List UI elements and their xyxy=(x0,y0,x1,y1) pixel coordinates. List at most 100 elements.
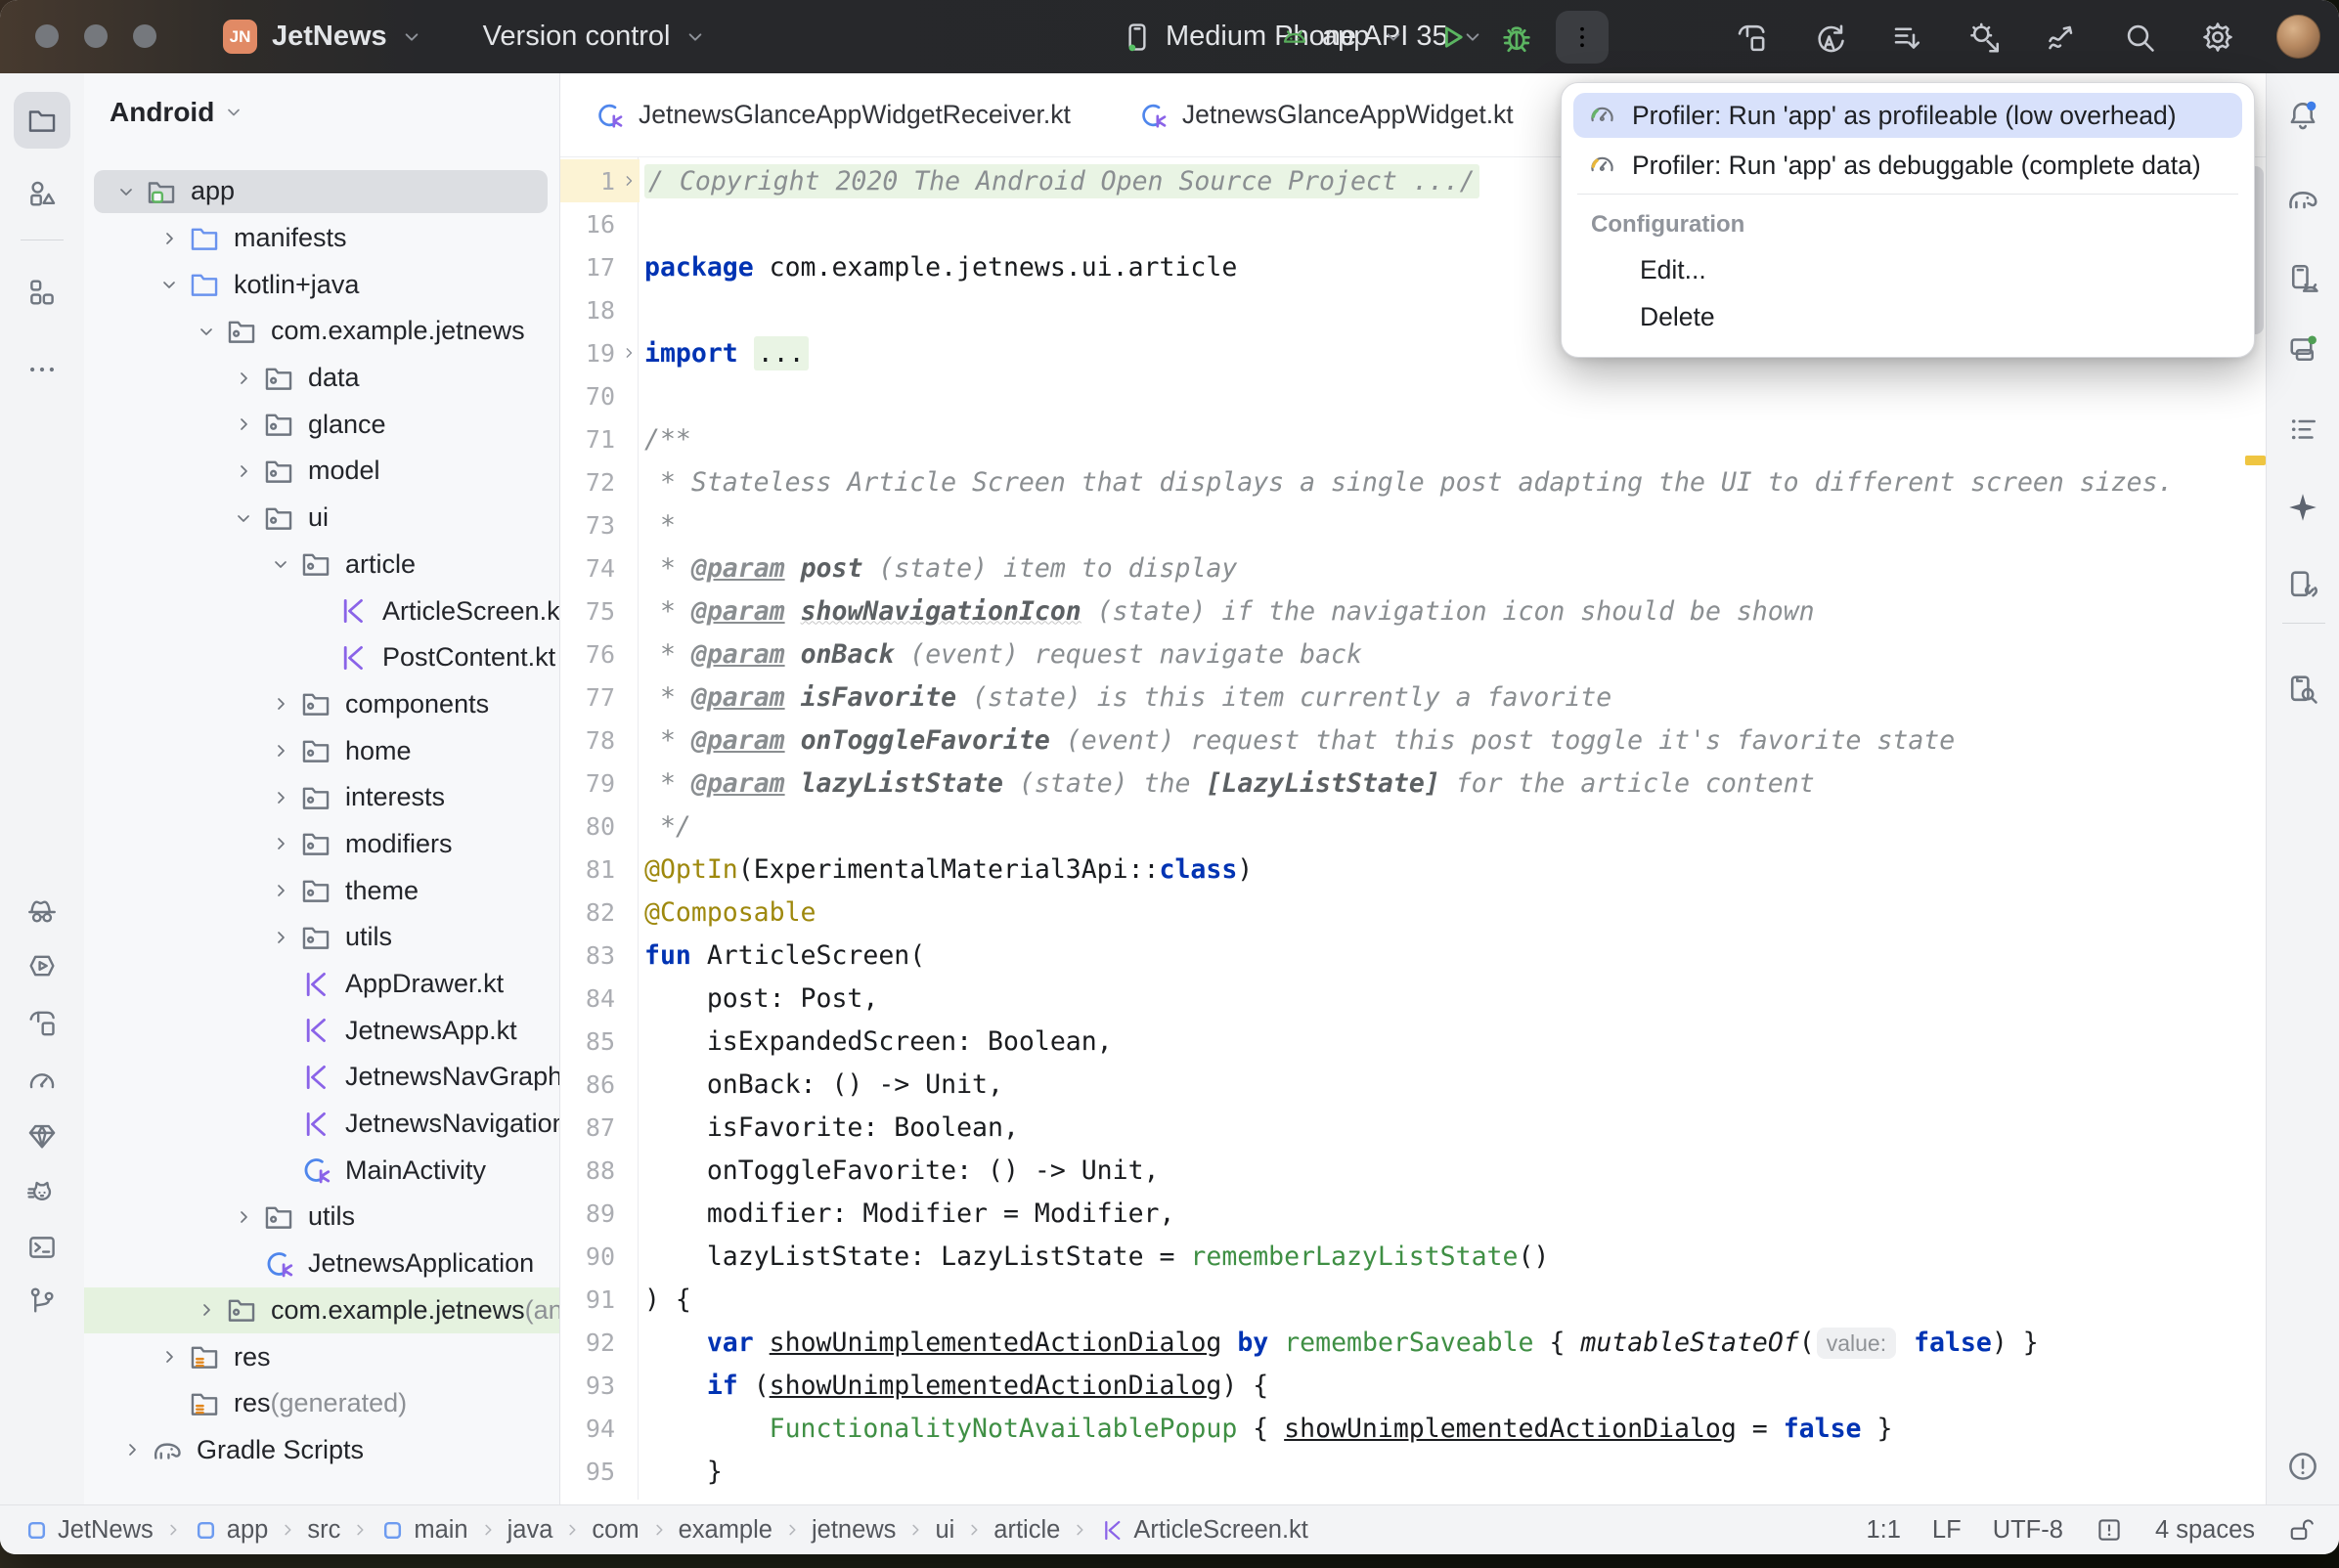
tool-device-manager[interactable] xyxy=(2285,261,2320,296)
tree-item-postcontent-kt[interactable]: PostContent.kt xyxy=(84,634,559,681)
inspection-widget-icon[interactable] xyxy=(2095,1515,2124,1545)
tool-build-hammer[interactable] xyxy=(25,1006,59,1039)
tree-item-com-example-jetnews[interactable]: com.example.jetnews xyxy=(84,308,559,355)
code-line-89[interactable]: 89 modifier: Modifier = Modifier, xyxy=(560,1192,2243,1235)
project-selector[interactable]: JetNews Version control xyxy=(272,0,708,73)
more-actions-button[interactable] xyxy=(1556,11,1609,64)
chevron-right-icon[interactable] xyxy=(188,1291,225,1328)
breadcrumb-item-articlescreen-kt[interactable]: ArticleScreen.kt xyxy=(1099,1516,1308,1545)
tree-item-model[interactable]: model xyxy=(84,448,559,495)
code-line-94[interactable]: 94 FunctionalityNotAvailablePopup { show… xyxy=(560,1407,2243,1450)
vcs-label[interactable]: Version control xyxy=(483,0,671,73)
tool-notifications-bell[interactable] xyxy=(2285,98,2320,133)
tool-project-folder[interactable] xyxy=(14,92,70,149)
code-line-85[interactable]: 85 isExpandedScreen: Boolean, xyxy=(560,1020,2243,1063)
fold-indicator-icon[interactable] xyxy=(617,159,640,202)
chevron-right-icon[interactable] xyxy=(262,872,299,909)
code-line-73[interactable]: 73 * xyxy=(560,503,2243,546)
chevron-right-icon[interactable] xyxy=(225,406,262,443)
traffic-light-close[interactable] xyxy=(35,24,59,48)
tree-item-jetnewsnavigation[interactable]: JetnewsNavigation xyxy=(84,1101,559,1148)
profiler-waves-button[interactable] xyxy=(2046,20,2081,55)
project-view-selector[interactable]: Android xyxy=(110,93,245,132)
fold-indicator-icon[interactable] xyxy=(617,331,640,374)
tool-profiler-gauge[interactable] xyxy=(25,1065,59,1098)
user-avatar[interactable] xyxy=(2276,15,2320,59)
tree-item-articlescreen-kt[interactable]: ArticleScreen.kt xyxy=(84,588,559,634)
unlock-icon[interactable] xyxy=(2286,1515,2316,1545)
tool-logcat-cat[interactable] xyxy=(25,1176,59,1209)
chevron-right-icon[interactable] xyxy=(151,1338,188,1375)
breadcrumb-item-com[interactable]: com xyxy=(592,1516,639,1545)
caret-position[interactable]: 1:1 xyxy=(1866,1516,1900,1545)
breadcrumb-item-jetnews[interactable]: jetnews xyxy=(812,1516,896,1545)
code-line-95[interactable]: 95 } xyxy=(560,1450,2243,1493)
tool-git-branch[interactable] xyxy=(25,1284,59,1317)
code-line-74[interactable]: 74 * @param post (state) item to display xyxy=(560,546,2243,589)
tree-item-article[interactable]: article xyxy=(84,542,559,588)
tree-item-interests[interactable]: interests xyxy=(84,774,559,821)
code-line-84[interactable]: 84 post: Post, xyxy=(560,977,2243,1020)
code-line-76[interactable]: 76 * @param onBack (event) request navig… xyxy=(560,632,2243,675)
code-line-83[interactable]: 83fun ArticleScreen( xyxy=(560,934,2243,977)
tree-item-kotlin-java[interactable]: kotlin+java xyxy=(84,261,559,308)
breadcrumb-item-ui[interactable]: ui xyxy=(935,1516,954,1545)
chevron-down-icon[interactable] xyxy=(108,173,145,210)
code-line-93[interactable]: 93 if (showUnimplementedActionDialog) { xyxy=(560,1364,2243,1407)
tree-item-app[interactable]: app xyxy=(84,168,559,215)
code-line-92[interactable]: 92 var showUnimplementedActionDialog by … xyxy=(560,1321,2243,1364)
tool-structure-squares[interactable] xyxy=(25,276,59,309)
breadcrumb-item-src[interactable]: src xyxy=(307,1516,340,1545)
settings-gear-button[interactable] xyxy=(2200,20,2235,55)
tree-item-utils[interactable]: utils xyxy=(84,914,559,961)
chevron-right-icon[interactable] xyxy=(113,1431,151,1468)
tool-document-search[interactable] xyxy=(2285,672,2320,707)
chevron-right-icon[interactable] xyxy=(225,360,262,397)
tree-item-jetnewsapp-kt[interactable]: JetnewsApp.kt xyxy=(84,1007,559,1054)
code-line-86[interactable]: 86 onBack: () -> Unit, xyxy=(560,1063,2243,1106)
chevron-down-icon[interactable] xyxy=(151,266,188,303)
code-line-72[interactable]: 72 * Stateless Article Screen that displ… xyxy=(560,460,2243,503)
tool-more-horizontal[interactable] xyxy=(25,353,59,386)
tree-item-utils[interactable]: utils xyxy=(84,1194,559,1241)
breadcrumb-item-java[interactable]: java xyxy=(508,1516,553,1545)
chevron-down-icon[interactable] xyxy=(188,313,225,350)
breadcrumb-item-article[interactable]: article xyxy=(993,1516,1060,1545)
breadcrumb-item-app[interactable]: app xyxy=(193,1516,269,1545)
build-hammer-button[interactable] xyxy=(1734,20,1769,55)
code-line-90[interactable]: 90 lazyListState: LazyListState = rememb… xyxy=(560,1235,2243,1278)
code-line-75[interactable]: 75 * @param showNavigationIcon (state) i… xyxy=(560,589,2243,632)
tree-item-com-example-jetnews[interactable]: com.example.jetnews (an xyxy=(84,1287,559,1334)
chevron-right-icon[interactable] xyxy=(225,453,262,490)
menu-item-profiler-debuggable[interactable]: Profiler: Run 'app' as debuggable (compl… xyxy=(1573,143,2242,188)
chevron-right-icon[interactable] xyxy=(262,919,299,956)
tree-item-res[interactable]: res (generated) xyxy=(84,1380,559,1427)
traffic-light-zoom[interactable] xyxy=(133,24,156,48)
chevron-right-icon[interactable] xyxy=(262,779,299,816)
code-area[interactable]: 1/ Copyright 2020 The Android Open Sourc… xyxy=(560,159,2243,1493)
code-line-81[interactable]: 81@OptIn(ExperimentalMaterial3Api::class… xyxy=(560,848,2243,891)
code-line-70[interactable]: 70 xyxy=(560,374,2243,417)
tree-item-components[interactable]: components xyxy=(84,681,559,728)
run-config-selector[interactable]: app xyxy=(1279,0,1406,73)
file-encoding[interactable]: UTF-8 xyxy=(1993,1516,2063,1545)
menu-item-delete[interactable]: Delete xyxy=(1640,295,1715,338)
tab-jetnewsglanceappwidget[interactable]: JetnewsGlanceAppWidget.kt xyxy=(1104,73,1547,156)
tool-resource-manager[interactable] xyxy=(25,177,59,210)
code-line-91[interactable]: 91) { xyxy=(560,1278,2243,1321)
chevron-down-icon[interactable] xyxy=(225,500,262,537)
chevron-down-icon[interactable] xyxy=(262,545,299,583)
tree-item-gradle-scripts[interactable]: Gradle Scripts xyxy=(84,1427,559,1474)
tree-item-appdrawer-kt[interactable]: AppDrawer.kt xyxy=(84,961,559,1008)
traffic-light-minimize[interactable] xyxy=(84,24,108,48)
indent-setting[interactable]: 4 spaces xyxy=(2155,1516,2255,1545)
search-button[interactable] xyxy=(2122,20,2157,55)
code-line-77[interactable]: 77 * @param isFavorite (state) is this i… xyxy=(560,675,2243,719)
tool-gradle-elephant[interactable] xyxy=(2285,181,2320,216)
code-line-71[interactable]: 71/** xyxy=(560,417,2243,460)
debug-button[interactable] xyxy=(1498,19,1535,56)
tool-incognito[interactable] xyxy=(25,894,59,928)
sync-letter-button[interactable] xyxy=(1812,20,1847,55)
tree-item-theme[interactable]: theme xyxy=(84,867,559,914)
tool-terminal[interactable] xyxy=(25,1231,59,1264)
